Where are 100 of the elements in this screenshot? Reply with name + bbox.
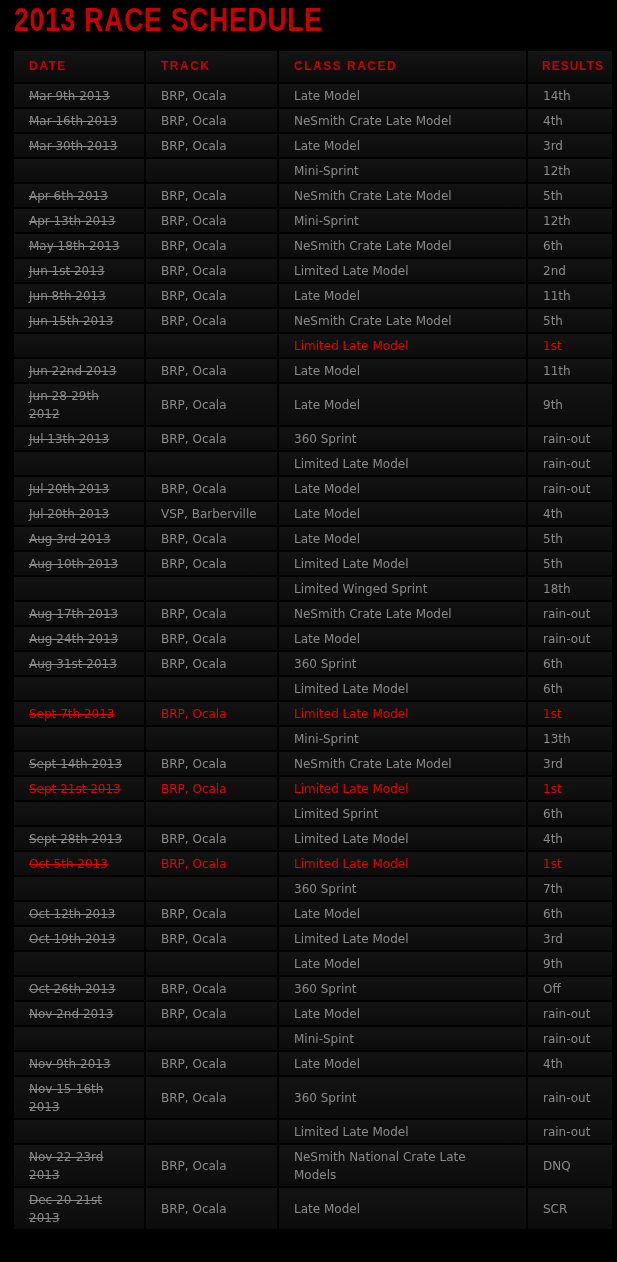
track-cell: BRP, Ocala <box>161 982 227 996</box>
track-cell: BRP, Ocala <box>161 189 227 203</box>
date-cell: Oct 19th 2013 <box>29 932 116 946</box>
date-cell: Mar 30th 2013 <box>29 139 118 153</box>
class-cell: Limited Late Model <box>294 557 409 571</box>
track-cell: BRP, Ocala <box>161 907 227 921</box>
result-cell: 6th <box>543 239 563 253</box>
class-cell: Limited Late Model <box>294 707 409 721</box>
result-cell: rain-out <box>543 1032 591 1046</box>
date-cell: Dec 20-21st 2013 <box>29 1193 102 1225</box>
class-cell: Mini-Spint <box>294 1032 354 1046</box>
date-cell: Nov 15-16th 2013 <box>29 1082 104 1114</box>
result-cell: 6th <box>543 807 563 821</box>
class-cell: Limited Late Model <box>294 782 409 796</box>
date-cell: Jun 22nd 2013 <box>29 364 117 378</box>
result-cell: 13th <box>543 732 571 746</box>
class-cell: NeSmith Crate Late Model <box>294 189 452 203</box>
result-cell: 6th <box>543 682 563 696</box>
result-cell: 1st <box>543 857 562 871</box>
date-cell: Nov 22-23rd 2013 <box>29 1150 104 1182</box>
result-cell: 11th <box>543 364 571 378</box>
result-cell: 14th <box>543 89 571 103</box>
class-cell: Late Model <box>294 907 360 921</box>
track-cell: BRP, Ocala <box>161 832 227 846</box>
date-cell: Aug 17th 2013 <box>29 607 119 621</box>
date-cell: Aug 24th 2013 <box>29 632 119 646</box>
class-cell: NeSmith Crate Late Model <box>294 607 452 621</box>
class-cell: Limited Late Model <box>294 857 409 871</box>
class-cell: 360 Sprint <box>294 982 357 996</box>
class-cell: Limited Sprint <box>294 807 379 821</box>
date-cell: Sept 28th 2013 <box>29 832 123 846</box>
result-cell: SCR <box>543 1202 568 1216</box>
result-cell: rain-out <box>543 607 591 621</box>
track-cell: BRP, Ocala <box>161 1202 227 1216</box>
class-cell: Limited Late Model <box>294 832 409 846</box>
result-cell: Off <box>543 982 561 996</box>
result-cell: rain-out <box>543 432 591 446</box>
class-cell: Limited Late Model <box>294 339 409 353</box>
result-cell: 9th <box>543 398 563 412</box>
result-cell: 4th <box>543 114 563 128</box>
class-cell: 360 Sprint <box>294 1091 357 1105</box>
date-cell: Aug 31st 2013 <box>29 657 117 671</box>
result-cell: 3rd <box>543 139 563 153</box>
class-cell: NeSmith Crate Late Model <box>294 757 452 771</box>
date-cell: Oct 12th 2013 <box>29 907 116 921</box>
class-cell: NeSmith Crate Late Model <box>294 314 452 328</box>
class-cell: Late Model <box>294 632 360 646</box>
track-cell: BRP, Ocala <box>161 1091 227 1105</box>
track-cell: BRP, Ocala <box>161 632 227 646</box>
result-cell: rain-out <box>543 1007 591 1021</box>
result-cell: 1st <box>543 707 562 721</box>
date-cell: Mar 9th 2013 <box>29 89 110 103</box>
class-cell: NeSmith National Crate Late Models <box>294 1150 466 1182</box>
track-cell: BRP, Ocala <box>161 139 227 153</box>
result-cell: 1st <box>543 339 562 353</box>
result-cell: 5th <box>543 532 563 546</box>
date-cell: Jun 8th 2013 <box>29 289 106 303</box>
class-cell: Limited Late Model <box>294 264 409 278</box>
track-cell: BRP, Ocala <box>161 239 227 253</box>
track-cell: BRP, Ocala <box>161 214 227 228</box>
date-cell: Oct 5th 2013 <box>29 857 108 871</box>
result-cell: 18th <box>543 582 571 596</box>
result-cell: DNQ <box>543 1159 571 1173</box>
track-cell: BRP, Ocala <box>161 114 227 128</box>
result-cell: 2nd <box>543 264 566 278</box>
track-cell: BRP, Ocala <box>161 482 227 496</box>
class-cell: Late Model <box>294 507 360 521</box>
track-cell: BRP, Ocala <box>161 707 227 721</box>
result-cell: 6th <box>543 907 563 921</box>
class-cell: Limited Late Model <box>294 682 409 696</box>
result-cell: rain-out <box>543 482 591 496</box>
track-cell: BRP, Ocala <box>161 264 227 278</box>
date-cell: Oct 26th 2013 <box>29 982 116 996</box>
date-cell: Jul 13th 2013 <box>29 432 110 446</box>
result-cell: 1st <box>543 782 562 796</box>
column-header: TRACK <box>146 51 279 84</box>
class-cell: 360 Sprint <box>294 882 357 896</box>
track-cell: BRP, Ocala <box>161 432 227 446</box>
track-cell: BRP, Ocala <box>161 532 227 546</box>
column-header: RESULTS <box>528 51 612 84</box>
track-cell: VSP, Barberville <box>161 507 257 521</box>
class-cell: Limited Late Model <box>294 1125 409 1139</box>
date-cell: Jun 1st 2013 <box>29 264 105 278</box>
result-cell: 5th <box>543 557 563 571</box>
class-cell: Limited Winged Sprint <box>294 582 428 596</box>
track-cell: BRP, Ocala <box>161 1007 227 1021</box>
date-cell: Apr 13th 2013 <box>29 214 116 228</box>
class-cell: 360 Sprint <box>294 432 357 446</box>
class-cell: Mini-Sprint <box>294 214 359 228</box>
date-cell: Nov 2nd 2013 <box>29 1007 114 1021</box>
date-cell: Aug 10th 2013 <box>29 557 119 571</box>
track-cell: BRP, Ocala <box>161 782 227 796</box>
track-cell: BRP, Ocala <box>161 857 227 871</box>
result-cell: rain-out <box>543 457 591 471</box>
track-cell: BRP, Ocala <box>161 1057 227 1071</box>
date-cell: Jun 28-29th 2012 <box>29 389 99 421</box>
class-cell: Mini-Sprint <box>294 732 359 746</box>
class-cell: Late Model <box>294 398 360 412</box>
date-cell: Sept 7th 2013 <box>29 707 115 721</box>
date-cell: May 18th 2013 <box>29 239 120 253</box>
